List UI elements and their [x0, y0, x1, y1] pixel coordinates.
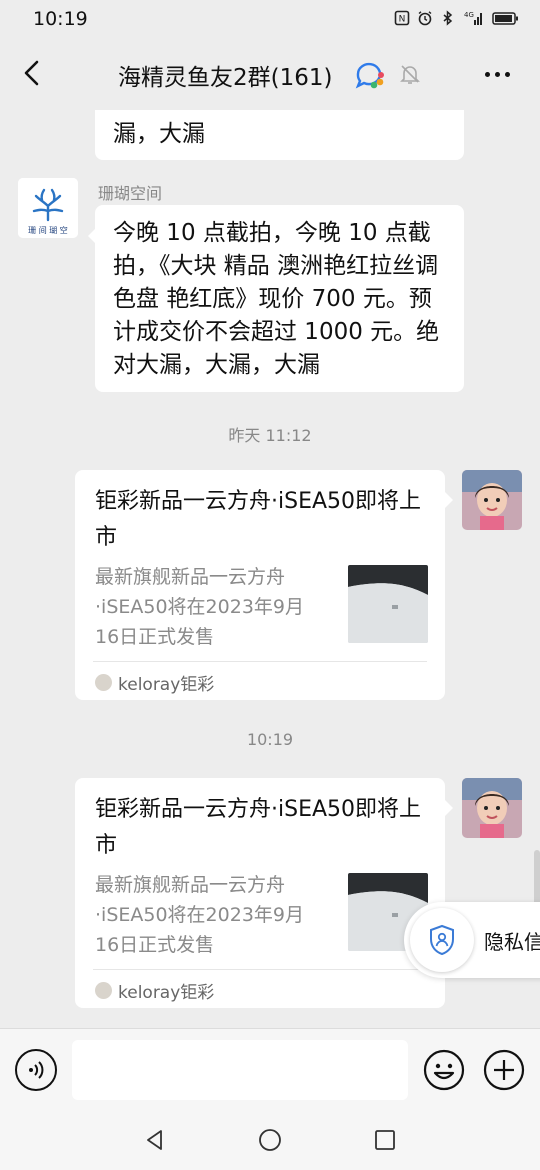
svg-text:珊 间 瑚 空: 珊 间 瑚 空 [28, 225, 68, 235]
card-source: keloray钜彩 [95, 978, 214, 1003]
message-bubble-partial[interactable]: 漏，大漏 [95, 110, 464, 160]
system-nav-bar [0, 1110, 540, 1170]
group-chat-icon[interactable] [354, 60, 386, 90]
shield-user-icon [430, 924, 454, 956]
message-text: 今晚 10 点截拍，今晚 10 点截拍，《大块 精品 澳洲艳红拉丝调色盘 艳红底… [113, 220, 440, 378]
more-button[interactable] [480, 62, 514, 86]
nav-back-icon[interactable] [143, 1128, 167, 1152]
card-title: 钜彩新品一云方舟·iSEA50即将上市 [95, 489, 422, 550]
my-avatar[interactable] [462, 470, 522, 530]
link-card[interactable]: 钜彩新品一云方舟·iSEA50即将上市 最新旗舰新品一云方舟·iSEA50将在2… [75, 778, 445, 1008]
card-thumbnail [348, 565, 428, 643]
message-input[interactable] [72, 1040, 408, 1100]
chat-screen: 10:19 N 4G 海精灵鱼友2群(161) 漏，大漏 珊 间 瑚 空 珊瑚空… [0, 0, 540, 1170]
sender-name: 珊瑚空间 [98, 184, 163, 203]
chat-title: 海精灵鱼友2群(161) [118, 65, 333, 91]
privacy-icon-button[interactable] [410, 908, 474, 972]
more-dots-icon [484, 71, 490, 77]
status-icons: N 4G [394, 10, 520, 26]
bell-muted-icon [400, 65, 420, 84]
message-text: 漏，大漏 [113, 121, 205, 147]
svg-text:N: N [399, 15, 406, 25]
svg-text:4G: 4G [464, 11, 474, 19]
chat-header: 海精灵鱼友2群(161) [0, 40, 540, 110]
privacy-label: 隐私信 [484, 930, 540, 954]
source-logo-icon [95, 674, 112, 691]
bluetooth-icon [443, 10, 453, 26]
card-description: 最新旗舰新品一云方舟·iSEA50将在2023年9月16日正式发售 [95, 874, 305, 956]
timestamp: 昨天 11:12 [228, 426, 312, 445]
timestamp: 10:19 [246, 730, 294, 749]
message-bubble[interactable]: 今晚 10 点截拍，今晚 10 点截拍，《大块 精品 澳洲艳红拉丝调色盘 艳红底… [95, 205, 464, 392]
bubble-tail [445, 800, 453, 816]
my-avatar[interactable] [462, 778, 522, 838]
message-list[interactable]: 漏，大漏 珊 间 瑚 空 珊瑚空间 今晚 10 点截拍，今晚 10 点截拍，《大… [0, 110, 540, 1028]
sender-avatar[interactable]: 珊 间 瑚 空 [18, 178, 78, 238]
status-time: 10:19 [33, 8, 88, 30]
product-thumbnail-image [348, 565, 428, 643]
voice-button[interactable] [15, 1049, 57, 1091]
child-photo-avatar [462, 778, 522, 838]
voice-icon [29, 1061, 44, 1079]
source-label: keloray钜彩 [118, 675, 215, 695]
card-divider [93, 661, 427, 662]
alarm-icon [418, 11, 432, 26]
signal-icon: 4G [464, 11, 482, 25]
coral-logo-icon: 珊 间 瑚 空 [18, 178, 78, 238]
nav-home-icon[interactable] [258, 1128, 282, 1152]
plus-icon[interactable] [483, 1049, 525, 1091]
card-description: 最新旗舰新品一云方舟·iSEA50将在2023年9月16日正式发售 [95, 566, 305, 648]
back-arrow-icon [24, 60, 39, 86]
link-card[interactable]: 钜彩新品一云方舟·iSEA50即将上市 最新旗舰新品一云方舟·iSEA50将在2… [75, 470, 445, 700]
status-bar: 10:19 N 4G [0, 0, 540, 40]
source-logo-icon [95, 982, 112, 999]
nfc-icon: N [394, 10, 410, 26]
emoji-icon[interactable] [423, 1049, 465, 1091]
source-label: keloray钜彩 [118, 983, 215, 1003]
card-source: keloray钜彩 [95, 670, 214, 695]
bubble-tail [445, 492, 453, 508]
child-photo-avatar [462, 470, 522, 530]
card-title: 钜彩新品一云方舟·iSEA50即将上市 [95, 797, 422, 858]
nav-recent-icon[interactable] [373, 1128, 397, 1152]
card-divider [93, 969, 427, 970]
back-button[interactable] [14, 56, 48, 90]
input-bar [0, 1028, 540, 1110]
battery-icon [492, 12, 518, 25]
privacy-popup[interactable]: 隐私信 [404, 902, 540, 978]
